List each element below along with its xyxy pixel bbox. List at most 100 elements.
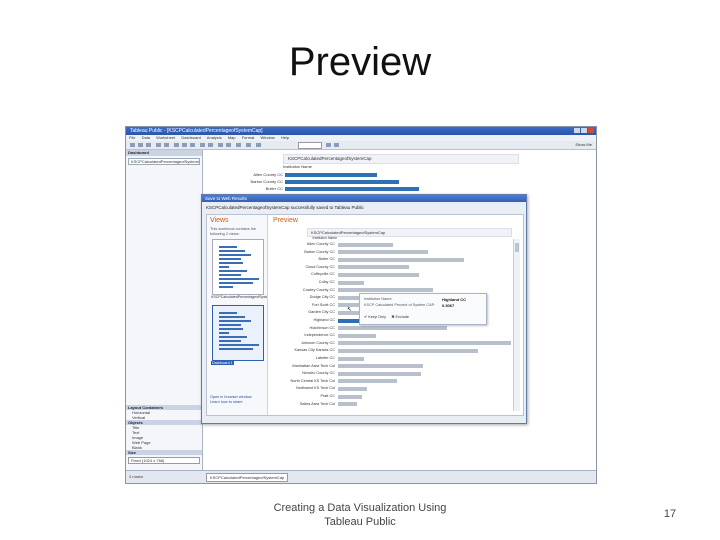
window-controls	[574, 128, 594, 133]
menu-help[interactable]: Help	[281, 135, 289, 140]
show-me-button[interactable]: Show Me	[575, 142, 592, 147]
keep-only-button[interactable]: Keep Only	[368, 315, 386, 319]
minimize-button[interactable]	[574, 128, 580, 133]
menu-data[interactable]: Data	[142, 135, 150, 140]
tooltip-options: ✔ Keep Only ✖ Exclude	[364, 314, 409, 319]
bar[interactable]	[338, 257, 464, 262]
menu-analysis[interactable]: Analysis	[207, 135, 222, 140]
bar[interactable]	[338, 265, 409, 270]
new-sheet-icon[interactable]	[156, 143, 161, 147]
dialog-links: Open in browser window Learn how to shar…	[210, 395, 252, 405]
window-titlebar: Tableau Public - [KSCPCalculatedPercenta…	[126, 127, 596, 135]
bar-label: Independence CC	[304, 333, 335, 338]
mouse-cursor-icon: ↖	[347, 307, 353, 313]
swap-icon[interactable]	[174, 143, 179, 147]
bar[interactable]	[338, 242, 393, 247]
background-row-bar[interactable]	[285, 187, 419, 191]
chart-icon[interactable]	[326, 143, 331, 147]
bar-label: Johnson County CC	[301, 340, 335, 345]
dialog-content: Views This workbook contains the followi…	[206, 214, 524, 416]
bar-icon[interactable]	[334, 143, 339, 147]
background-row-bar[interactable]	[285, 173, 377, 177]
views-pane: Views This workbook contains the followi…	[207, 215, 268, 415]
view-thumbnail-1[interactable]	[212, 239, 264, 295]
maximize-button[interactable]	[581, 128, 587, 133]
dashboard-sheet-item[interactable]: KSCPCalculatedPercentageofSystemCap	[128, 158, 200, 165]
dashboard-header: Dashboard	[126, 150, 202, 156]
exclude-button[interactable]: Exclude	[396, 315, 410, 319]
menu-window[interactable]: Window	[261, 135, 275, 140]
thumbnail-chart-2	[219, 312, 259, 350]
bar[interactable]	[338, 364, 423, 369]
preview-column-header: Institution Name	[312, 236, 338, 240]
bar-label: Cowley County CC	[302, 287, 335, 292]
bar[interactable]	[338, 288, 433, 293]
bar[interactable]	[338, 356, 364, 361]
window-title: Tableau Public - [KSCPCalculatedPercenta…	[130, 128, 263, 134]
axis-icon[interactable]	[236, 143, 241, 147]
bar[interactable]	[338, 386, 367, 391]
fit-icon[interactable]	[226, 143, 231, 147]
duplicate-icon[interactable]	[164, 143, 169, 147]
slide-footer: Creating a Data Visualization Using Tabl…	[273, 502, 447, 528]
bar[interactable]	[338, 250, 428, 255]
menu-map[interactable]: Map	[228, 135, 236, 140]
group-icon[interactable]	[200, 143, 205, 147]
label-icon[interactable]	[208, 143, 213, 147]
size-header: Size	[126, 450, 202, 455]
bar[interactable]	[338, 394, 362, 399]
status-info: 3 marks	[129, 474, 144, 479]
bar-label: Dodge City CC	[309, 295, 335, 300]
bar-label: Barton County CC	[304, 249, 335, 254]
sort-desc-icon[interactable]	[190, 143, 195, 147]
bar-label: North Central KS Tech Col	[290, 378, 335, 383]
scrollbar-thumb[interactable]	[515, 243, 519, 252]
layout-section: Layout Containers Horizontal Vertical Ob…	[126, 405, 202, 466]
toolbar: Show Me	[126, 141, 596, 150]
sort-asc-icon[interactable]	[182, 143, 187, 147]
slide-title: Preview	[288, 40, 432, 84]
thumbnail-chart-1	[219, 246, 259, 288]
bar[interactable]	[338, 341, 511, 346]
dashboard-pane: Dashboard KSCPCalculatedPercentageofSyst…	[126, 150, 203, 470]
menu-worksheet[interactable]: Worksheet	[156, 135, 175, 140]
view-thumbnail-2[interactable]	[212, 305, 264, 361]
bar-label: Salina Area Tech Col	[299, 401, 335, 406]
highlight-icon[interactable]	[218, 143, 223, 147]
size-select[interactable]: Fixed (1024 x 768)	[128, 457, 200, 464]
preview-scrollbar[interactable]	[513, 239, 520, 411]
bar[interactable]	[338, 348, 478, 353]
redo-icon[interactable]	[138, 143, 143, 147]
presentation-icon[interactable]	[256, 143, 261, 147]
menu-file[interactable]: File	[129, 135, 135, 140]
bar[interactable]	[338, 326, 447, 331]
bar[interactable]	[338, 333, 376, 338]
save-results-dialog: Save to Web Results KSCPCalculatedPercen…	[201, 194, 527, 424]
menu-format[interactable]: Format	[242, 135, 255, 140]
close-button[interactable]	[588, 128, 594, 133]
bar-label: Northwest KS Tech Col	[296, 386, 335, 391]
bar[interactable]	[338, 371, 421, 376]
bar[interactable]	[338, 272, 419, 277]
bar-label: Fort Scott CC	[312, 302, 335, 307]
save-icon[interactable]	[146, 143, 151, 147]
bar-label: Cloud County CC	[305, 264, 335, 269]
background-row-label: Barton County CC	[250, 179, 283, 184]
bar[interactable]	[338, 379, 397, 384]
bar-label: Labette CC	[315, 356, 335, 360]
fit-select[interactable]	[298, 142, 322, 149]
menu-dashboard[interactable]: Dashboard	[181, 135, 201, 140]
learn-share-link[interactable]: Learn how to share	[210, 400, 252, 405]
bar[interactable]	[338, 402, 357, 407]
background-row-bar[interactable]	[285, 180, 399, 184]
view-thumbnail-1-label: KSCPCalculatedPercentageofSystemCap	[211, 295, 267, 299]
tooltip: Institution Name: Highland CC KSCP Calcu…	[359, 293, 487, 325]
tooltip-key-institution: Institution Name:	[364, 297, 393, 301]
tooltip-value-institution: Highland CC	[442, 297, 466, 302]
background-row-label: Butler CC	[265, 186, 283, 191]
tooltip-icon[interactable]	[246, 143, 251, 147]
preview-header: KSCPCalculatedPercentageofSystemCap	[307, 228, 512, 237]
undo-icon[interactable]	[130, 143, 135, 147]
sheet-tab[interactable]: KSCPCalculatedPercentageofSystemCap	[206, 473, 289, 482]
bar[interactable]	[338, 280, 364, 285]
